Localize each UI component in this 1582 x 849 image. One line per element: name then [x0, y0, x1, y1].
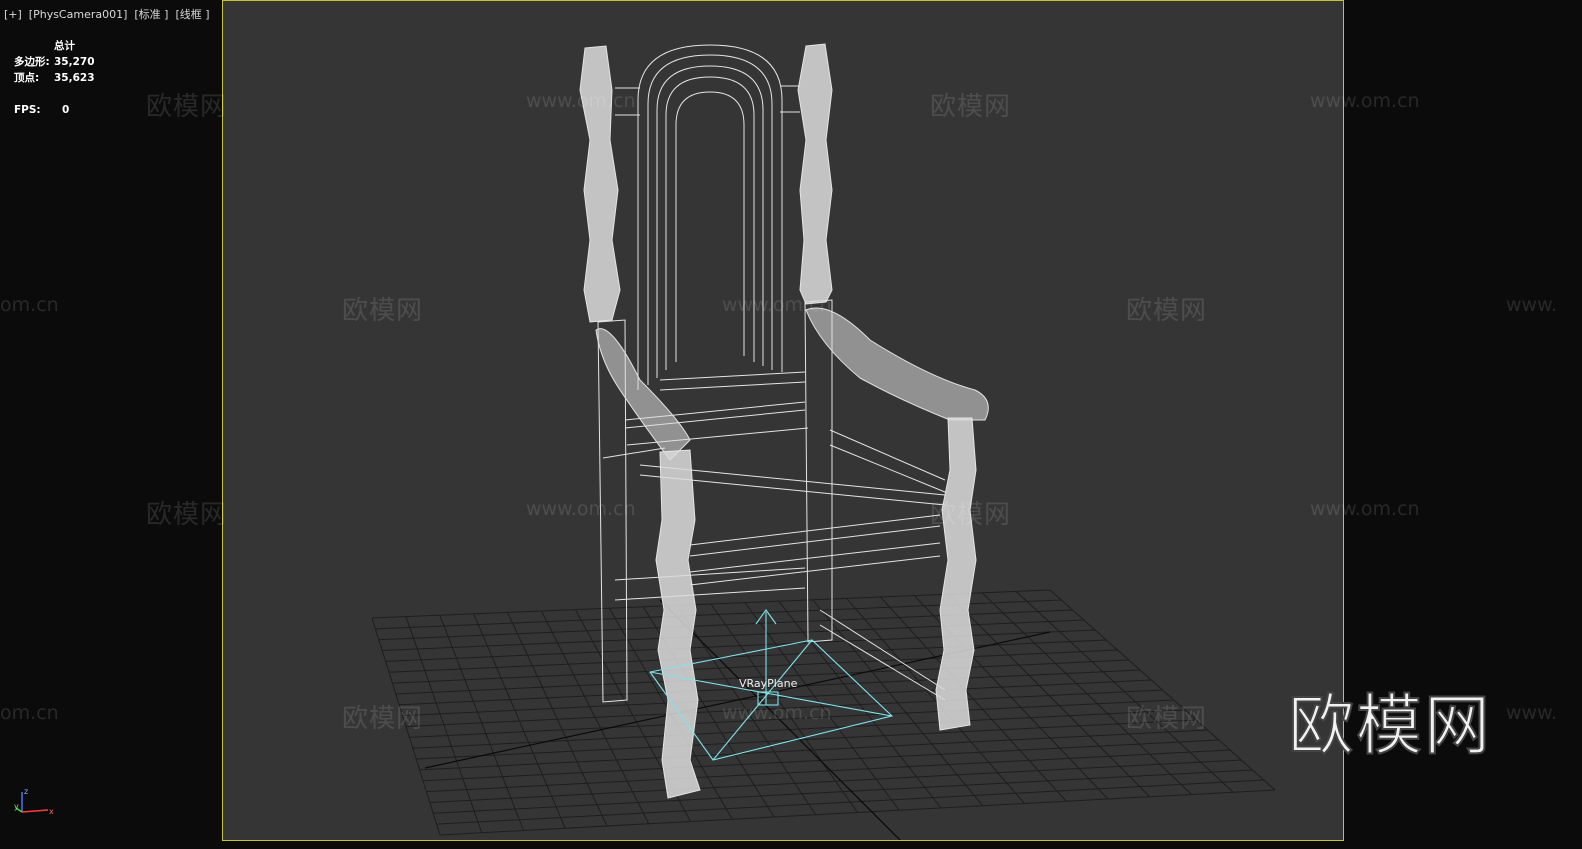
watermark-brand: 欧模网: [146, 500, 228, 530]
watermark-url: www.om.cn: [722, 702, 832, 724]
watermark-brand: 欧模网: [1126, 296, 1208, 326]
watermark-url: www.om.cn: [526, 90, 636, 112]
watermark-url-prefix: www.: [1506, 702, 1557, 724]
watermark-brand: 欧模网: [342, 296, 424, 326]
watermark-url-fragment: om.cn: [0, 294, 59, 316]
watermark-brand: 欧模网: [146, 92, 228, 122]
watermark-brand: 欧模网: [1126, 704, 1208, 734]
watermark-url-prefix: www.: [1506, 294, 1557, 316]
watermark-brand: 欧模网: [930, 92, 1012, 122]
axis-gizmo-icon: z x y: [14, 787, 54, 816]
axis-y-label: y: [14, 802, 19, 811]
axis-z-label: z: [24, 787, 28, 796]
watermark-url-fragment: om.cn: [0, 702, 59, 724]
watermark-url: www.om.cn: [526, 498, 636, 520]
watermark-url: www.om.cn: [722, 294, 832, 316]
vray-plane-label[interactable]: VRayPlane: [739, 677, 797, 690]
watermark-url: www.om.cn: [1310, 498, 1420, 520]
axis-x-label: x: [49, 807, 54, 816]
watermark-url: www.om.cn: [1310, 90, 1420, 112]
brand-logo: 欧模网: [1287, 686, 1492, 765]
watermark-brand: 欧模网: [342, 704, 424, 734]
watermark-brand: 欧模网: [930, 500, 1012, 530]
